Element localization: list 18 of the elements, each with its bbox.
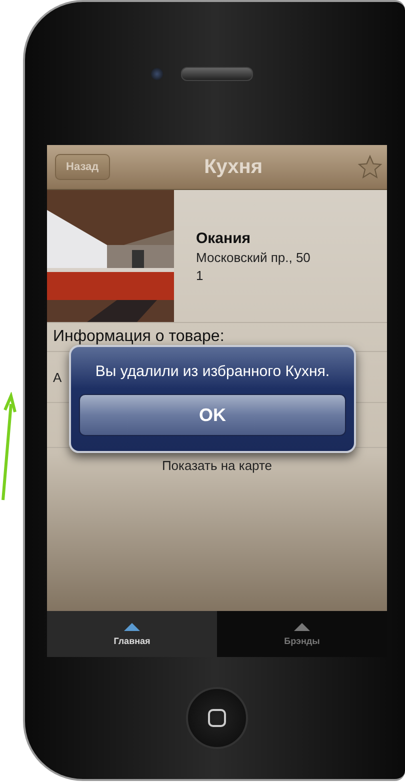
tab[interactable]: Главная (47, 611, 217, 657)
store-address: Московский пр., 50 (196, 250, 310, 264)
square-icon (207, 708, 227, 728)
triangle-icon (294, 622, 310, 630)
back-button[interactable]: Назад (55, 154, 110, 180)
info-text: А (53, 370, 62, 384)
store-name: Окания (196, 230, 252, 246)
section-heading: Информация о товаре: (53, 328, 224, 346)
screen-title: Кухня (204, 156, 263, 178)
triangle-icon (124, 622, 140, 630)
tab[interactable]: Брэнды (217, 611, 387, 657)
speaker-icon (181, 66, 253, 80)
star-icon[interactable] (356, 154, 383, 180)
store-detail: 1 (196, 268, 204, 282)
camera-icon (151, 68, 163, 80)
ok-button[interactable]: OK (79, 394, 346, 436)
alert-message: Вы удалили из избранного Кухня. (95, 363, 330, 380)
map-link[interactable]: Показать на карте (162, 458, 272, 473)
